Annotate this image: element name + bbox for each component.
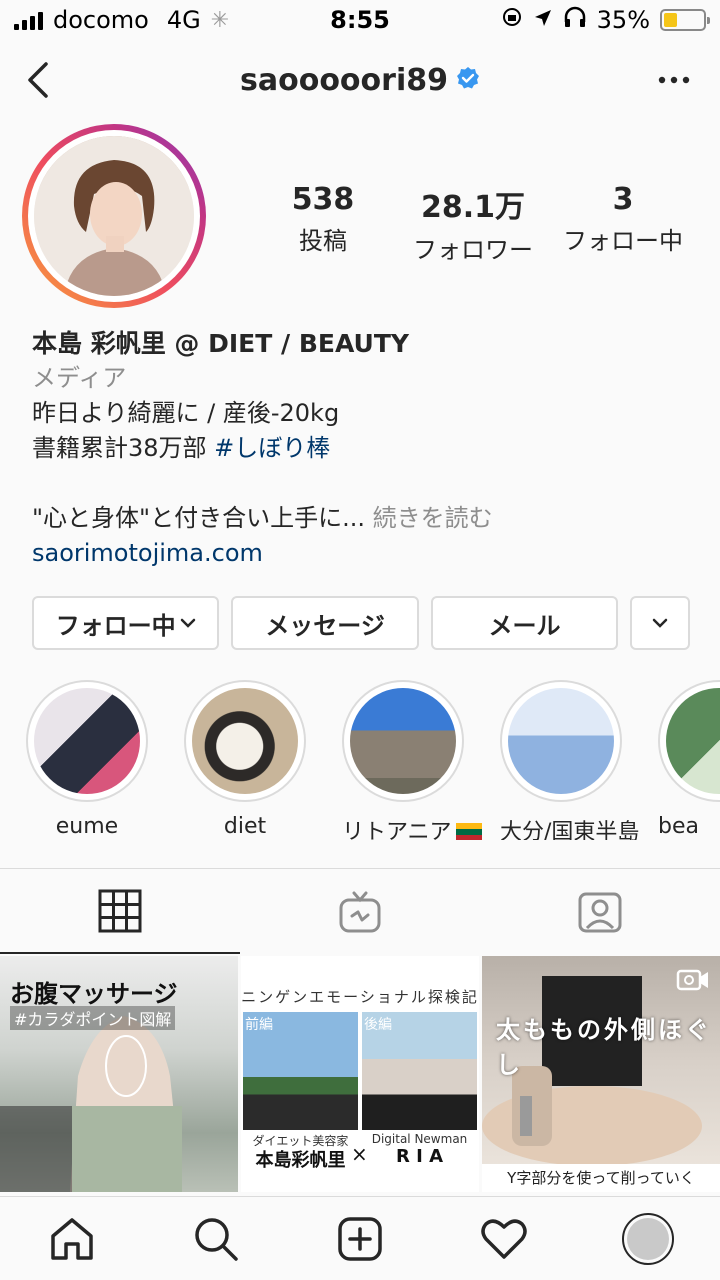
chevron-down-icon — [180, 618, 195, 628]
profile-avatar[interactable] — [22, 124, 206, 308]
suggested-dropdown-button[interactable] — [630, 596, 690, 650]
loading-icon: ✳ — [210, 7, 230, 33]
nav-home[interactable] — [36, 1203, 108, 1275]
add-post-icon — [338, 1216, 382, 1261]
highlight-cover — [192, 688, 298, 794]
highlight-cover — [508, 688, 614, 794]
tab-igtv[interactable] — [240, 869, 480, 954]
read-more-link[interactable]: 続きを読む — [373, 504, 493, 532]
bottom-navigation — [0, 1196, 720, 1280]
bio-text: 書籍累計38万部 — [32, 434, 215, 462]
highlight-item[interactable]: リトアニア — [342, 680, 482, 840]
back-button[interactable] — [18, 56, 58, 104]
highlight-label: eume — [55, 814, 119, 839]
tab-grid[interactable] — [0, 869, 240, 954]
post-caption-right: Digital Newman — [371, 1132, 468, 1146]
bio-line-1: 昨日より綺麗に / 産後-20kg — [32, 399, 340, 427]
lithuania-flag-icon — [455, 823, 482, 840]
post-thumbnail[interactable]: ニンゲンエモーショナル探検記 前編 後編 ダイエット美容家 Digital Ne… — [241, 956, 479, 1192]
stat-value: 3 — [612, 182, 634, 217]
battery-percent: 35% — [596, 6, 650, 34]
post-title: お腹マッサージ — [10, 980, 178, 1008]
category-label: メディア — [32, 364, 127, 392]
username-title: saooooori89 — [240, 63, 480, 98]
post-heading: ニンゲンエモーショナル探検記 — [241, 988, 479, 1006]
nav-profile[interactable] — [612, 1203, 684, 1275]
stat-following[interactable]: 3 フォロー中 — [548, 182, 698, 265]
email-button[interactable]: メール — [430, 596, 619, 650]
tab-tagged[interactable] — [480, 869, 720, 954]
post-subtitle: #カラダポイント図解 — [10, 1006, 176, 1030]
profile-stats: 538 投稿 28.1万 フォロワー 3 フォロー中 — [248, 182, 698, 265]
igtv-icon — [339, 891, 381, 932]
highlight-item[interactable]: eume — [26, 680, 148, 840]
verified-badge-icon — [456, 63, 480, 98]
search-icon — [195, 1217, 238, 1261]
network-label: 4G — [166, 6, 201, 34]
stat-value: 28.1万 — [420, 190, 526, 225]
profile-bio: 本島 彩帆里 @ DIET / BEAUTY メディア 昨日より綺麗に / 産後… — [32, 326, 692, 571]
stat-followers[interactable]: 28.1万 フォロワー — [398, 182, 548, 265]
stat-posts[interactable]: 538 投稿 — [248, 182, 398, 265]
headphones-icon — [563, 6, 587, 34]
grid-icon — [98, 889, 142, 932]
stat-label: 投稿 — [299, 227, 347, 255]
highlight-item[interactable]: 大分/国東半島 — [500, 680, 640, 840]
battery-icon — [660, 9, 710, 31]
profile-header: saooooori89 — [0, 44, 720, 116]
post-name-right: R I A — [395, 1146, 444, 1167]
home-icon — [51, 1217, 93, 1260]
bio-text: "心と身体"と付き合い上手に... — [32, 504, 373, 532]
post-name-left: 本島彩帆里 — [255, 1150, 346, 1171]
profile-actions: フォロー中 メッセージ メール — [32, 596, 690, 650]
post-thumbnail[interactable]: 太ももの外側ほぐし Y字部分を使って削っていく — [482, 956, 720, 1192]
highlight-cover — [34, 688, 140, 794]
stat-value: 538 — [291, 182, 355, 217]
post-title: 太ももの外側ほぐし — [496, 1016, 712, 1079]
highlight-item[interactable]: diet — [184, 680, 306, 840]
carrier-label: docomo — [53, 6, 149, 34]
more-options-button[interactable] — [650, 56, 698, 104]
highlight-label: 大分/国東半島 — [500, 820, 640, 840]
website-link[interactable]: saorimotojima.com — [32, 536, 692, 571]
message-button[interactable]: メッセージ — [231, 596, 419, 650]
chevron-down-icon — [652, 618, 668, 628]
highlight-cover — [666, 688, 720, 794]
highlight-label: diet — [223, 814, 267, 839]
avatar-photo — [34, 136, 194, 296]
tagged-user-icon — [578, 892, 622, 932]
post-tag-right: 後編 — [364, 1017, 392, 1033]
following-button[interactable]: フォロー中 — [32, 596, 220, 650]
nav-new-post[interactable] — [324, 1203, 396, 1275]
bio-line-2: 書籍累計38万部 #しぼり棒 — [32, 431, 692, 466]
nav-search[interactable] — [180, 1203, 252, 1275]
highlight-label: リトアニア — [342, 814, 482, 840]
post-caption: Y字部分を使って削っていく — [482, 1164, 720, 1192]
signal-icon — [14, 10, 43, 30]
nav-activity[interactable] — [468, 1203, 540, 1275]
stat-label: フォロワー — [413, 236, 533, 264]
chevron-left-icon — [28, 62, 48, 98]
post-grid: お腹マッサージ #カラダポイント図解 ニンゲンエモーショナル探検記 前編 後編 … — [0, 956, 720, 1192]
bio-line-3: "心と身体"と付き合い上手に... 続きを読む — [32, 501, 692, 536]
status-bar: docomo 4G ✳ 8:55 35% — [0, 0, 720, 40]
post-thumbnail[interactable]: お腹マッサージ #カラダポイント図解 — [0, 956, 238, 1192]
video-icon — [676, 968, 710, 996]
profile-avatar-icon — [622, 1212, 674, 1265]
stat-label: フォロー中 — [563, 227, 683, 255]
profile-tabs — [0, 868, 720, 954]
hashtag-link[interactable]: #しぼり棒 — [214, 434, 330, 462]
username-text: saooooori89 — [240, 62, 448, 98]
location-icon — [533, 6, 553, 34]
display-name: 本島 彩帆里 @ DIET / BEAUTY — [32, 329, 410, 358]
heart-icon — [481, 1218, 527, 1259]
story-highlights: eume diet リトアニア 大分/国東半島 bea — [26, 680, 720, 840]
following-label: フォロー中 — [55, 611, 176, 640]
rotation-lock-icon — [501, 6, 523, 34]
more-horizontal-icon — [658, 76, 690, 84]
post-tag-left: 前編 — [245, 1017, 273, 1033]
highlight-label: bea — [658, 814, 699, 839]
highlight-item[interactable]: bea — [658, 680, 720, 840]
highlight-cover — [350, 688, 456, 794]
